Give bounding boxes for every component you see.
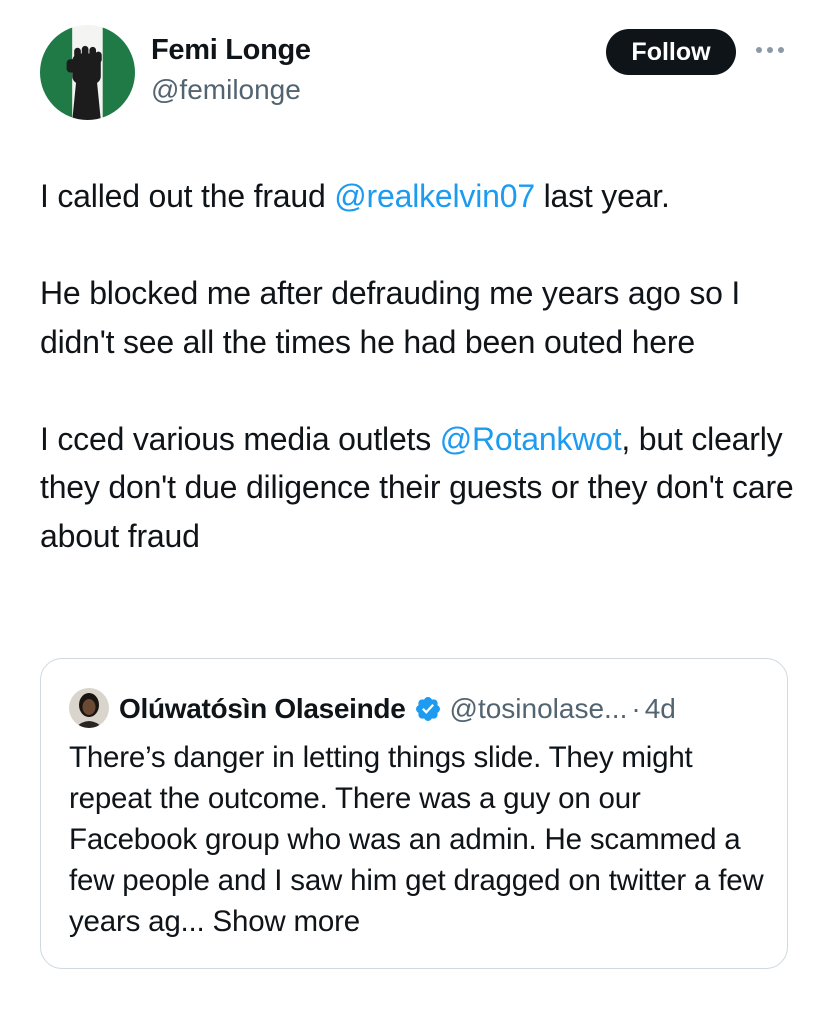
- quote-text: There’s danger in letting things slide. …: [69, 737, 769, 942]
- quote-author-avatar-image: [69, 688, 109, 728]
- tweet-paragraph-3: I cced various media outlets @Rotankwot,…: [40, 415, 800, 561]
- quote-text-body: There’s danger in letting things slide. …: [69, 741, 764, 938]
- tweet-text-segment: I cced various media outlets: [40, 420, 440, 457]
- author-name[interactable]: Femi Longe: [151, 34, 311, 67]
- mention-link-realkelvin07[interactable]: @realkelvin07: [334, 178, 535, 214]
- author-avatar[interactable]: [40, 25, 135, 120]
- tweet-text-segment: I called out the fraud: [40, 178, 335, 214]
- quote-author-handle[interactable]: @tosinolase...: [450, 693, 628, 725]
- tweet-paragraph-2: He blocked me after defrauding me years …: [40, 275, 741, 360]
- show-more-link[interactable]: Show more: [205, 905, 361, 938]
- tweet-text-segment: last year.: [534, 178, 670, 214]
- author-handle[interactable]: @femilonge: [151, 74, 301, 106]
- mention-link-rotankwot[interactable]: @Rotankwot: [440, 421, 622, 457]
- quoted-tweet-card[interactable]: Olúwatósìn Olaseinde @tosinolase... · 4d…: [40, 658, 788, 969]
- tweet-paragraph-1: I called out the fraud @realkelvin07 las…: [40, 172, 800, 221]
- quote-author-avatar[interactable]: [69, 688, 109, 728]
- quote-separator: ·: [631, 693, 641, 724]
- flag-fist-avatar-image: [40, 25, 135, 120]
- more-horizontal-icon[interactable]: [752, 38, 788, 62]
- tweet-text: I called out the fraud @realkelvin07 las…: [40, 172, 800, 560]
- quote-header: Olúwatósìn Olaseinde @tosinolase... · 4d: [119, 689, 676, 729]
- follow-button[interactable]: Follow: [606, 29, 736, 75]
- verified-badge-icon: [414, 695, 442, 723]
- quote-author-name[interactable]: Olúwatósìn Olaseinde: [119, 693, 406, 725]
- quote-timestamp[interactable]: 4d: [645, 693, 676, 725]
